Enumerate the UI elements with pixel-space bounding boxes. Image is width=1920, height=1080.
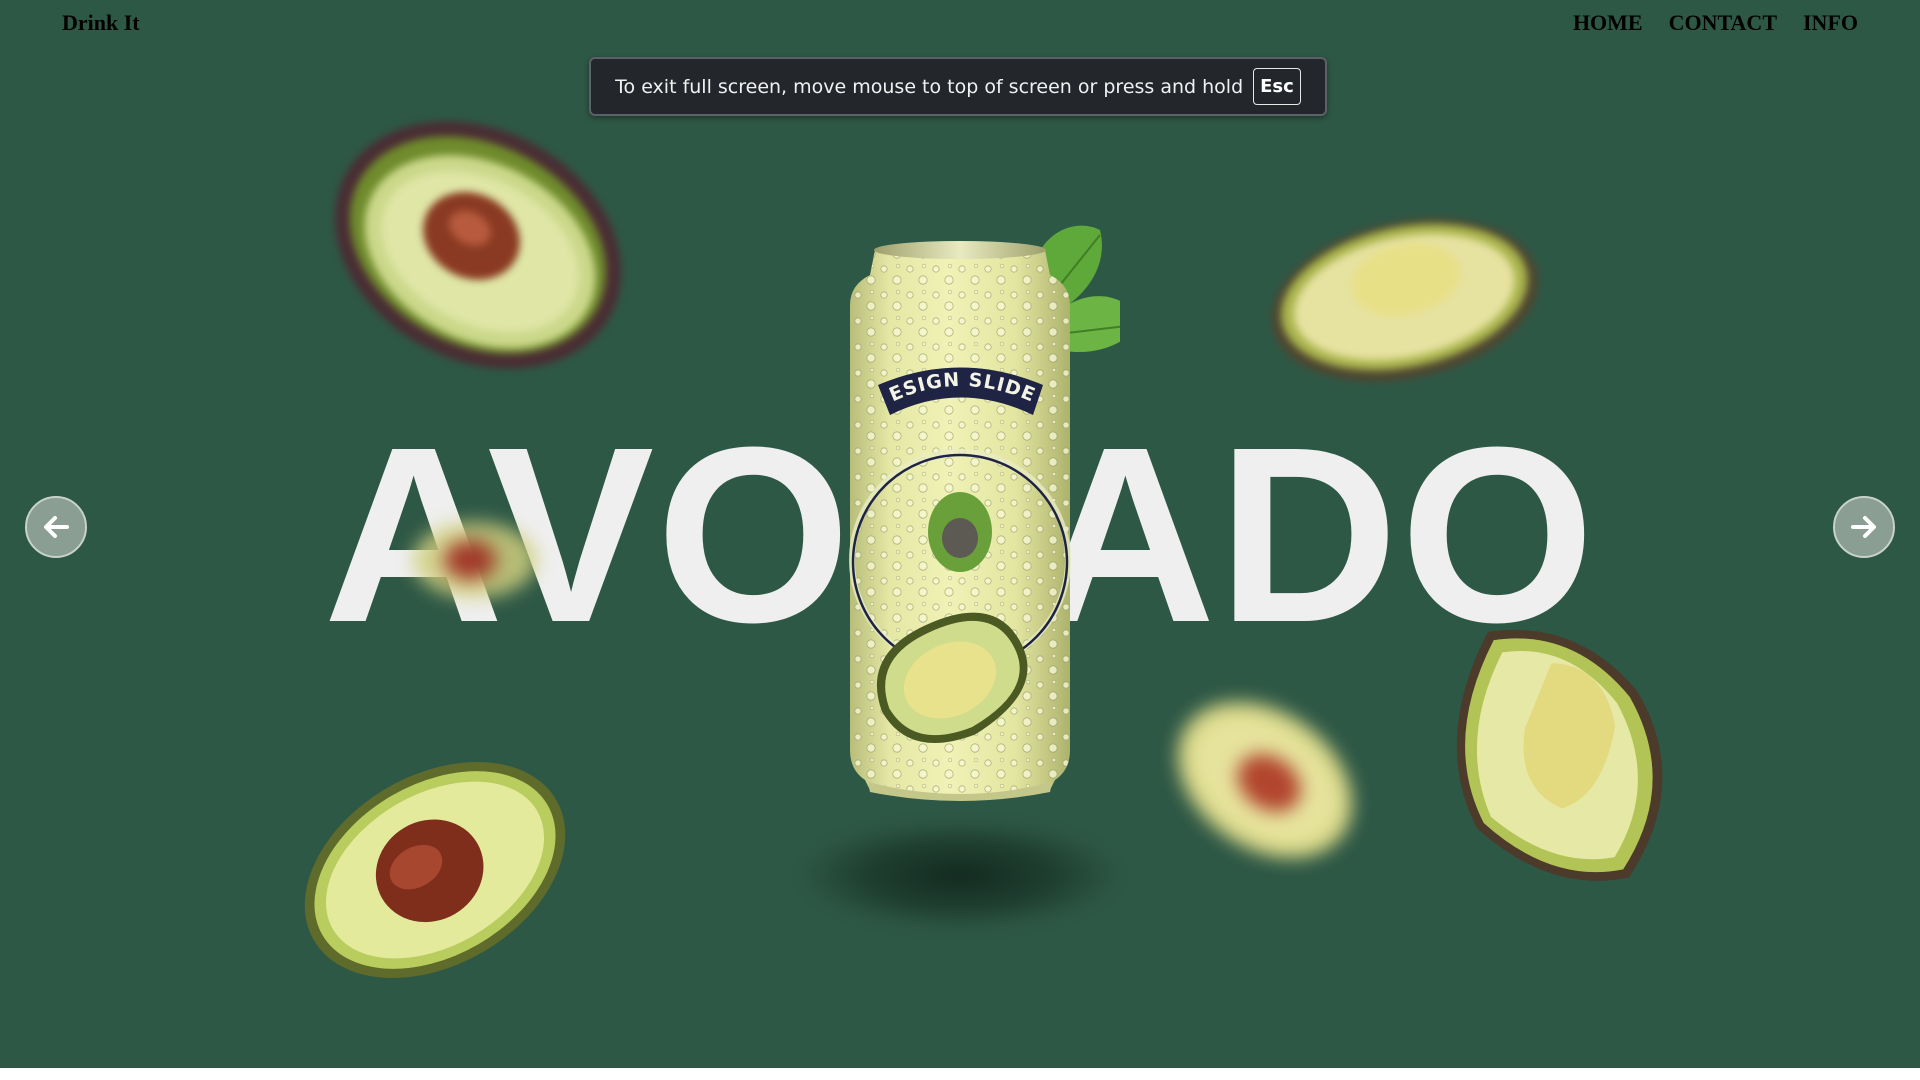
esc-key-badge: Esc [1253, 68, 1301, 105]
fullscreen-exit-notice: To exit full screen, move mouse to top o… [589, 57, 1327, 116]
soda-can: DESIGN SLIDER [792, 193, 1140, 810]
page-bottom-edge [0, 1068, 1920, 1080]
avocado-half-top-left [334, 121, 622, 369]
can-shadow [800, 820, 1120, 930]
fullscreen-notice-text: To exit full screen, move mouse to top o… [615, 75, 1244, 98]
avocado-half-bottom-left [304, 761, 566, 979]
avocado-half-top-right [1271, 218, 1539, 382]
nav-contact-link[interactable]: CONTACT [1669, 10, 1777, 36]
prev-slide-button[interactable] [25, 496, 87, 558]
avocado-blurred-right [1177, 702, 1353, 858]
next-slide-button[interactable] [1833, 496, 1895, 558]
main-nav: HOME CONTACT INFO [1573, 10, 1858, 36]
avocado-blurred-left [413, 522, 537, 598]
nav-home-link[interactable]: HOME [1573, 10, 1643, 36]
brand-logo[interactable]: Drink It [62, 10, 140, 36]
nav-info-link[interactable]: INFO [1803, 10, 1858, 36]
avocado-quarter-bottom-right [1456, 629, 1663, 881]
arrow-left-icon [44, 516, 69, 538]
arrow-right-icon [1851, 516, 1876, 538]
